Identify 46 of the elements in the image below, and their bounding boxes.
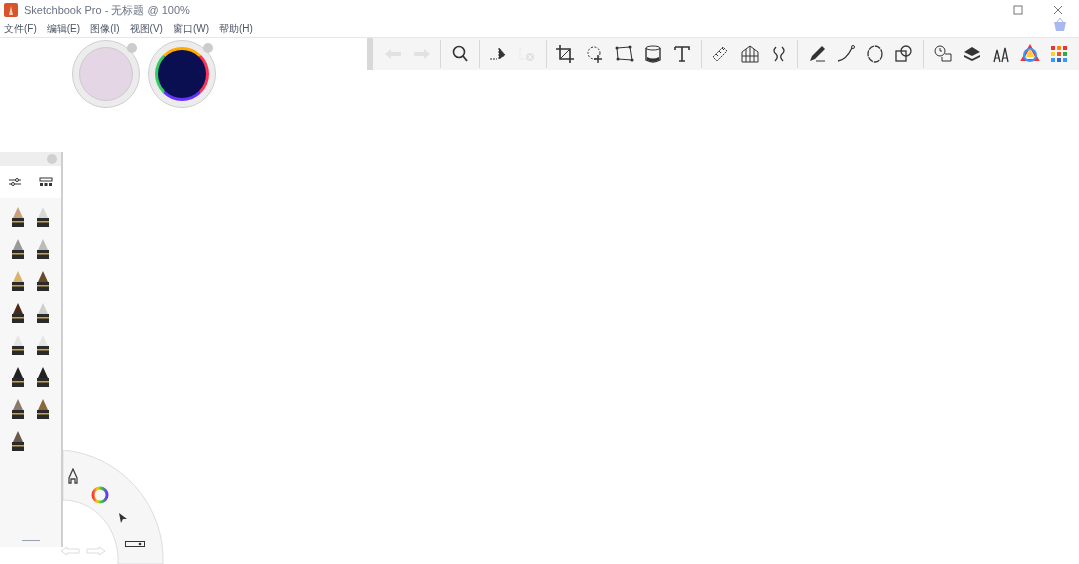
close-icon[interactable] [1053, 5, 1063, 15]
palette-handle[interactable] [47, 154, 57, 164]
brush-icon[interactable] [10, 430, 27, 452]
window-title: Sketchbook Pro - 无标题 @ 100% [24, 2, 190, 18]
color-wheel-icon[interactable] [1020, 44, 1041, 64]
brush-icon[interactable] [67, 468, 79, 484]
menu-item[interactable]: 帮助(H) [219, 21, 253, 36]
brush-icon[interactable] [10, 206, 27, 228]
brush-icon[interactable] [34, 302, 51, 324]
cursor-icon[interactable] [118, 512, 128, 524]
ellipse-icon[interactable] [865, 44, 886, 64]
bucket-icon[interactable] [643, 44, 663, 64]
puck-handle[interactable] [203, 43, 213, 53]
menu-item[interactable]: 视图(V) [129, 21, 163, 36]
brush-icon[interactable] [34, 270, 51, 292]
brush-icon[interactable] [34, 366, 51, 388]
brush-icon[interactable] [34, 206, 51, 228]
perspective-grid-icon[interactable] [739, 44, 760, 64]
color-wheel-icon[interactable] [91, 486, 109, 504]
slider-icon[interactable] [125, 540, 145, 548]
text-icon[interactable] [672, 44, 693, 64]
shapes-icon[interactable] [894, 44, 915, 64]
menu-item[interactable]: 编辑(E) [46, 21, 81, 36]
library-icon[interactable] [38, 177, 53, 187]
brush-icon[interactable] [34, 398, 51, 420]
brush-icon[interactable] [10, 270, 27, 292]
curve-icon[interactable] [836, 44, 857, 64]
transform-icon[interactable] [584, 44, 605, 64]
maximize-icon[interactable] [1013, 5, 1023, 15]
brush-icon[interactable] [10, 366, 27, 388]
brush-icon[interactable] [34, 334, 51, 356]
distort-icon[interactable] [613, 44, 634, 64]
brush-icon[interactable] [34, 238, 51, 260]
brush-icon[interactable] [10, 398, 27, 420]
app-icon [4, 3, 18, 17]
menu-item[interactable]: 图像(I) [90, 21, 120, 36]
puck-handle[interactable] [127, 43, 137, 53]
brush-icon[interactable] [10, 238, 27, 260]
menu-item[interactable]: 窗口(W) [172, 21, 210, 36]
crop-icon[interactable] [555, 44, 576, 64]
layers-icon[interactable] [961, 44, 982, 64]
sliders-icon[interactable] [8, 177, 23, 187]
brush-icon[interactable] [10, 334, 27, 356]
menu-item[interactable]: 文件(F) [4, 21, 37, 36]
swatches-icon[interactable] [1049, 44, 1070, 64]
brush-icon[interactable] [10, 302, 27, 324]
